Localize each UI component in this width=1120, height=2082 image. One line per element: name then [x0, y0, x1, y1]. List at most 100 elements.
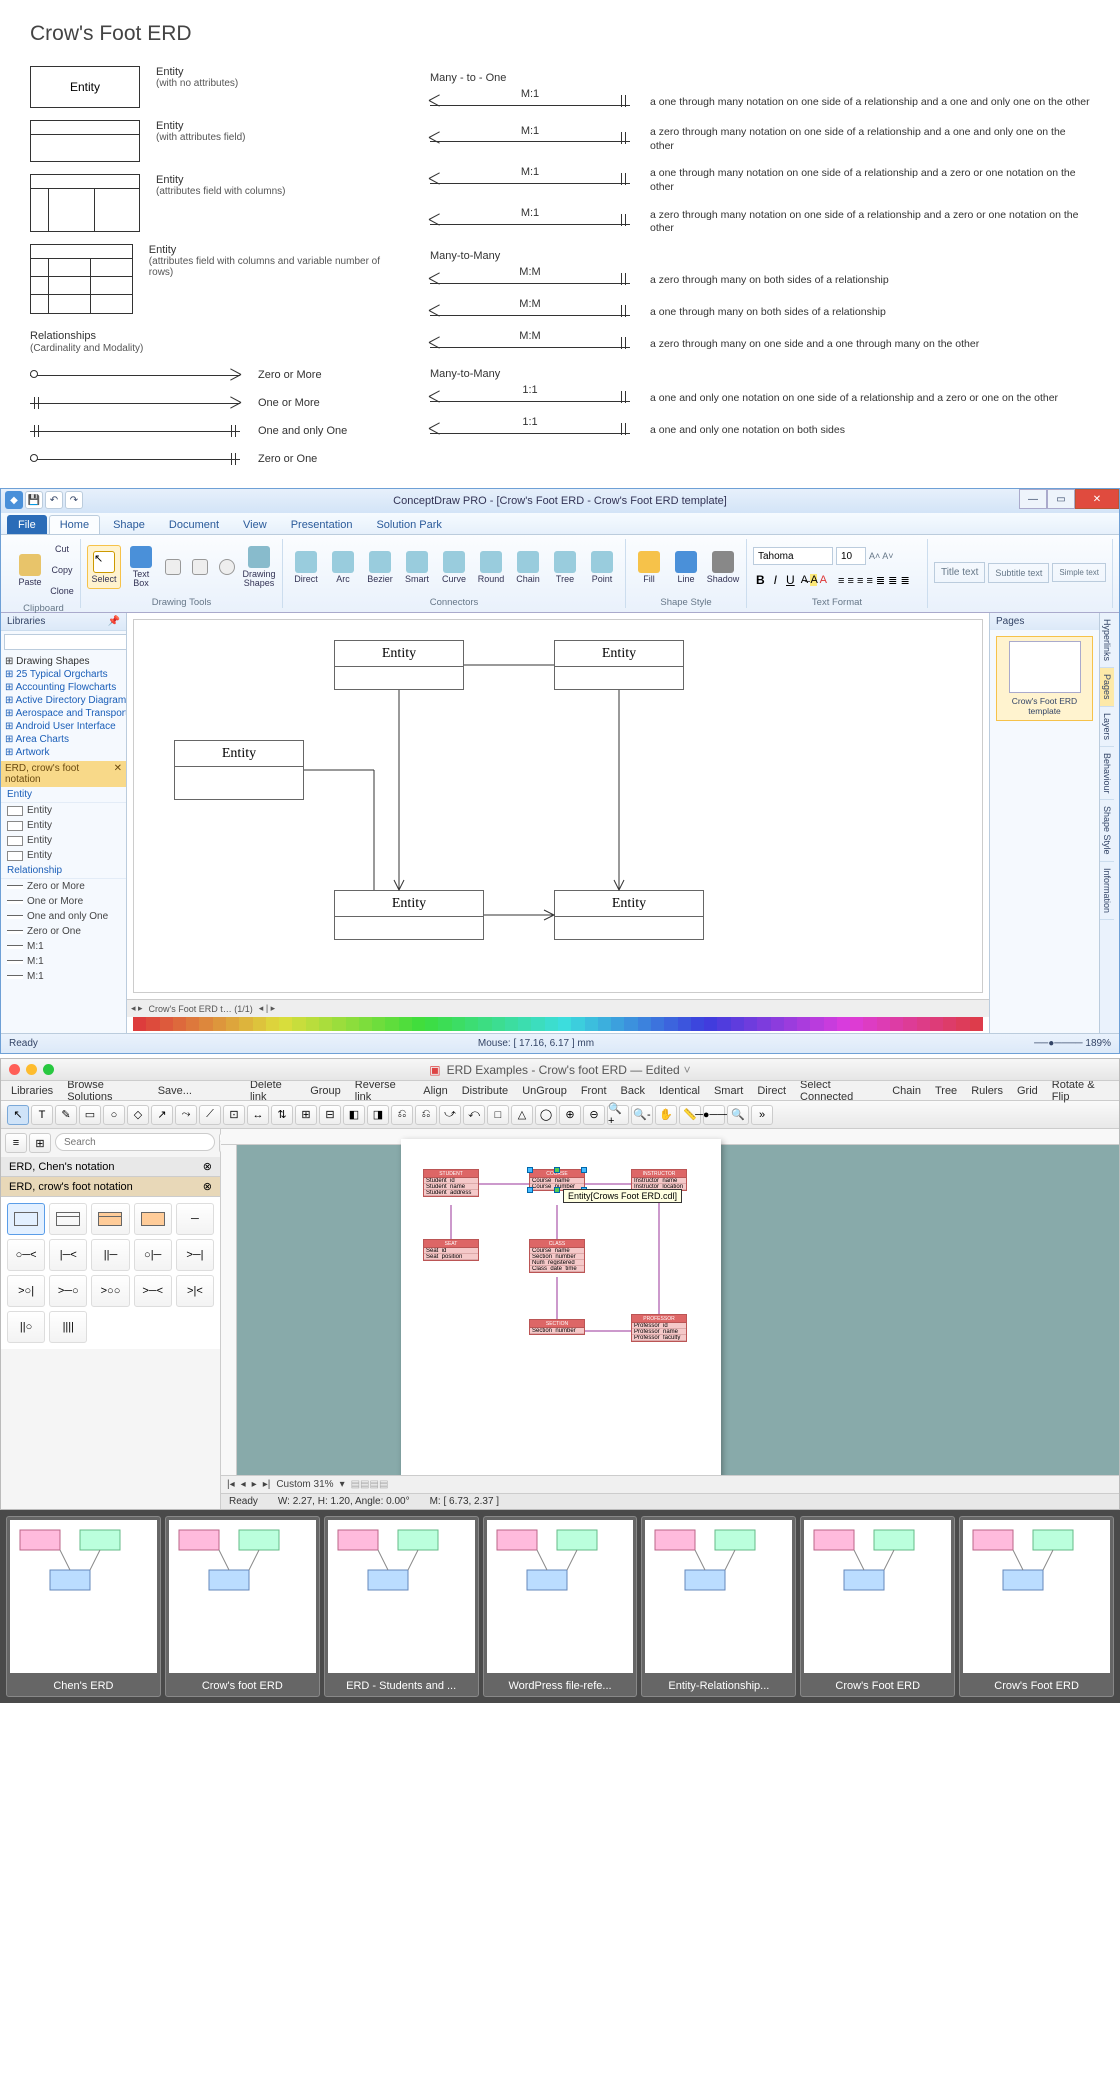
search-input[interactable] [55, 1133, 215, 1151]
menu-libraries[interactable]: Libraries [11, 1085, 53, 1097]
bold-button[interactable]: B [753, 573, 768, 587]
toolbar-icon[interactable]: 🔍+ [607, 1105, 629, 1125]
toolbar-icon[interactable]: ⊕ [559, 1105, 581, 1125]
point-connector-button[interactable]: Point [585, 545, 619, 589]
toolbar-icon[interactable]: 🔍- [631, 1105, 653, 1125]
erd-entity[interactable]: SECTIONSection_number [529, 1319, 585, 1335]
tree-item[interactable]: ⊞ 25 Typical Orgcharts [5, 668, 122, 681]
toolbar-icon[interactable]: ↔ [247, 1105, 269, 1125]
zoom-select[interactable]: Custom 31% [276, 1479, 333, 1490]
erd-entity[interactable]: SEATSeat_idSeat_position [423, 1239, 479, 1261]
toolbar-icon[interactable]: △ [511, 1105, 533, 1125]
shape-entity-cols[interactable] [91, 1203, 129, 1235]
menu-browse-solutions[interactable]: Browse Solutions [67, 1079, 144, 1103]
fill-button[interactable]: Fill [632, 545, 666, 589]
library-search-input[interactable] [4, 634, 127, 650]
toolbar-icon[interactable]: ⊞ [295, 1105, 317, 1125]
shape-11-b[interactable]: |||| [49, 1311, 87, 1343]
toolbar-icon[interactable]: ◯ [535, 1105, 557, 1125]
zoom-button[interactable] [43, 1064, 54, 1075]
title-style-button[interactable]: Title text [934, 562, 985, 583]
nav-next-icon[interactable]: ▸ [252, 1479, 257, 1490]
erd-entity[interactable]: PROFESSORProfessor_idProfessor_nameProfe… [631, 1314, 687, 1342]
toolbar-icon[interactable]: T [31, 1105, 53, 1125]
shadow-button[interactable]: Shadow [706, 545, 740, 589]
drawing-shapes-button[interactable]: Drawing Shapes [242, 545, 276, 589]
menu-select-connected[interactable]: Select Connected [800, 1079, 878, 1103]
menu-rulers[interactable]: Rulers [971, 1085, 1003, 1097]
menu-tab-file[interactable]: File [7, 515, 47, 534]
page-tab[interactable]: Crow's Foot ERD t… (1/1) [149, 1004, 253, 1014]
tree-connector-button[interactable]: Tree [548, 545, 582, 589]
toolbar-icon[interactable]: ▭ [79, 1105, 101, 1125]
toolbar-icon[interactable]: ⤺ [463, 1105, 485, 1125]
side-tab-hyperlinks[interactable]: Hyperlinks [1100, 613, 1114, 668]
close-icon[interactable]: ⊗ [203, 1160, 212, 1173]
menu-rotate-flip[interactable]: Rotate & Flip [1052, 1079, 1109, 1103]
tree-item[interactable]: ⊞ Area Charts [5, 733, 122, 746]
paste-button[interactable]: Paste [13, 548, 47, 592]
menu-reverse-link[interactable]: Reverse link [355, 1079, 409, 1103]
stencil-item[interactable]: Zero or One [1, 924, 126, 939]
menu-tab-shape[interactable]: Shape [102, 515, 156, 534]
menu-direct[interactable]: Direct [757, 1085, 786, 1097]
clone-button[interactable]: Clone [50, 581, 74, 601]
direct-connector-button[interactable]: Direct [289, 545, 323, 589]
nav-prev-icon[interactable]: ◂ [241, 1479, 246, 1490]
drawing-canvas[interactable]: Entity Entity Entity Entity Entity [133, 619, 983, 993]
erd-entity[interactable]: CLASSCourse_nameSection_numberNum_regist… [529, 1239, 585, 1273]
menu-grid[interactable]: Grid [1017, 1085, 1038, 1097]
toolbar-icon[interactable]: ⎌ [415, 1105, 437, 1125]
font-select[interactable] [753, 547, 833, 565]
stencil-tab-chen[interactable]: ERD, Chen's notation⊗ [1, 1157, 220, 1177]
toolbar-icon[interactable]: ⟋ [199, 1105, 221, 1125]
menu-tree[interactable]: Tree [935, 1085, 957, 1097]
toolbar-icon[interactable]: ⇅ [271, 1105, 293, 1125]
side-tab-layers[interactable]: Layers [1100, 707, 1114, 747]
stencil-item[interactable]: Entity [1, 833, 126, 848]
grid-view-icon[interactable]: ⊞ [29, 1133, 51, 1153]
tree-item[interactable]: ⊞ Active Directory Diagrams [5, 694, 122, 707]
round-connector-button[interactable]: Round [474, 545, 508, 589]
toolbar-icon[interactable]: ◇ [127, 1105, 149, 1125]
menu-delete-link[interactable]: Delete link [250, 1079, 296, 1103]
shape-entity[interactable] [7, 1203, 45, 1235]
template-card[interactable]: Crow's Foot ERD [959, 1516, 1114, 1697]
simple-style-button[interactable]: Simple text [1052, 563, 1106, 582]
select-tool-button[interactable]: ↖Select [87, 545, 121, 589]
menu-tab-home[interactable]: Home [49, 515, 100, 534]
shape-m1[interactable]: >─| [176, 1239, 214, 1271]
nav-last-icon[interactable]: ▸| [263, 1479, 271, 1490]
template-card[interactable]: Entity-Relationship... [641, 1516, 796, 1697]
color-palette[interactable] [133, 1017, 983, 1031]
template-card[interactable]: ERD - Students and ... [324, 1516, 479, 1697]
close-button[interactable]: ✕ [1075, 489, 1119, 509]
menu-tab-solution-park[interactable]: Solution Park [365, 515, 452, 534]
toolbar-icon[interactable]: ◧ [343, 1105, 365, 1125]
toolbar-icon[interactable]: » [751, 1105, 773, 1125]
menu-front[interactable]: Front [581, 1085, 607, 1097]
underline-button[interactable]: U [783, 573, 798, 587]
stencil-item[interactable]: One and only One [1, 909, 126, 924]
toolbar-icon[interactable]: ↗ [151, 1105, 173, 1125]
close-button[interactable] [9, 1064, 20, 1075]
app-icon[interactable]: ◆ [5, 491, 23, 509]
menu-distribute[interactable]: Distribute [462, 1085, 508, 1097]
shape-m1-d[interactable]: >○○ [91, 1275, 129, 1307]
template-card[interactable]: Chen's ERD [6, 1516, 161, 1697]
canvas-entity[interactable]: Entity [334, 890, 484, 940]
toolbar-icon[interactable]: ✎ [55, 1105, 77, 1125]
canvas-entity[interactable]: Entity [554, 640, 684, 690]
menu-tab-view[interactable]: View [232, 515, 278, 534]
stencil-item[interactable]: Entity [1, 818, 126, 833]
menu-tab-document[interactable]: Document [158, 515, 230, 534]
toolbar-icon[interactable]: ◨ [367, 1105, 389, 1125]
shape-zero-or-one[interactable]: ○|─ [134, 1239, 172, 1271]
qat-redo-icon[interactable]: ↷ [65, 491, 83, 509]
nav-first-icon[interactable]: |◂ [227, 1479, 235, 1490]
toolbar-icon[interactable]: ⊡ [223, 1105, 245, 1125]
minimize-button[interactable]: — [1019, 489, 1047, 509]
chain-connector-button[interactable]: Chain [511, 545, 545, 589]
menu-save-[interactable]: Save... [158, 1085, 192, 1097]
toolbar-icon[interactable]: ⤳ [175, 1105, 197, 1125]
